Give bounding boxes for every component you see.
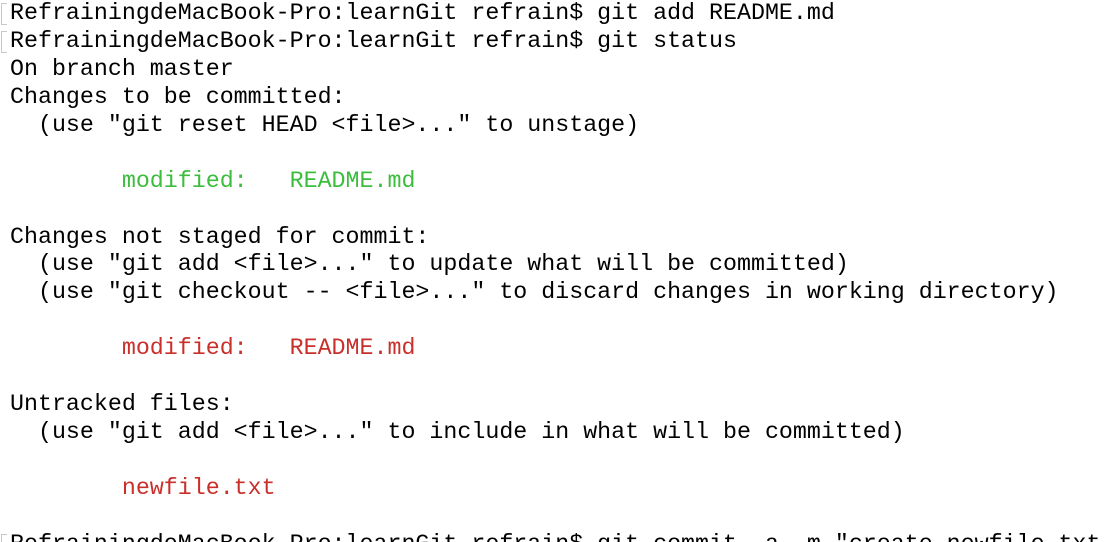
line-text: Changes to be committed: bbox=[10, 83, 346, 110]
line-text: newfile.txt bbox=[10, 474, 276, 501]
line-text: RefrainingdeMacBook-Pro:learnGit refrain… bbox=[10, 0, 835, 26]
line-text: RefrainingdeMacBook-Pro:learnGit refrain… bbox=[10, 531, 1100, 542]
output-line: (use "git checkout -- <file>..." to disc… bbox=[0, 279, 1104, 307]
prompt-line: RefrainingdeMacBook-Pro:learnGit refrain… bbox=[0, 28, 1104, 56]
line-text: Changes not staged for commit: bbox=[10, 223, 430, 250]
output-line: newfile.txt bbox=[0, 475, 1104, 503]
line-text: (use "git add <file>..." to update what … bbox=[10, 251, 849, 278]
prompt-line: RefrainingdeMacBook-Pro:learnGit refrain… bbox=[0, 531, 1104, 542]
line-mark-icon bbox=[1, 30, 7, 53]
line-text: (use "git checkout -- <file>..." to disc… bbox=[10, 279, 1059, 306]
output-line: (use "git reset HEAD <file>..." to unsta… bbox=[0, 112, 1104, 140]
output-line: (use "git add <file>..." to update what … bbox=[0, 251, 1104, 279]
output-line: (use "git add <file>..." to include in w… bbox=[0, 419, 1104, 447]
prompt-line: RefrainingdeMacBook-Pro:learnGit refrain… bbox=[0, 0, 1104, 28]
line-mark-icon bbox=[1, 3, 7, 25]
output-line: modified: README.md bbox=[0, 335, 1104, 363]
terminal-output[interactable]: RefrainingdeMacBook-Pro:learnGit refrain… bbox=[0, 0, 1104, 542]
line-mark-icon bbox=[1, 533, 7, 542]
output-line: On branch master bbox=[0, 56, 1104, 84]
output-line: Changes not staged for commit: bbox=[0, 224, 1104, 252]
line-text: On branch master bbox=[10, 55, 234, 82]
line-text: RefrainingdeMacBook-Pro:learnGit refrain… bbox=[10, 27, 737, 54]
line-text: Untracked files: bbox=[10, 391, 234, 418]
output-line: Changes to be committed: bbox=[0, 84, 1104, 112]
output-line: modified: README.md bbox=[0, 168, 1104, 196]
line-text: modified: README.md bbox=[10, 167, 416, 194]
line-text: (use "git reset HEAD <file>..." to unsta… bbox=[10, 111, 640, 138]
line-text: (use "git add <file>..." to include in w… bbox=[10, 419, 905, 446]
line-text: modified: README.md bbox=[10, 335, 416, 362]
output-line: Untracked files: bbox=[0, 391, 1104, 419]
